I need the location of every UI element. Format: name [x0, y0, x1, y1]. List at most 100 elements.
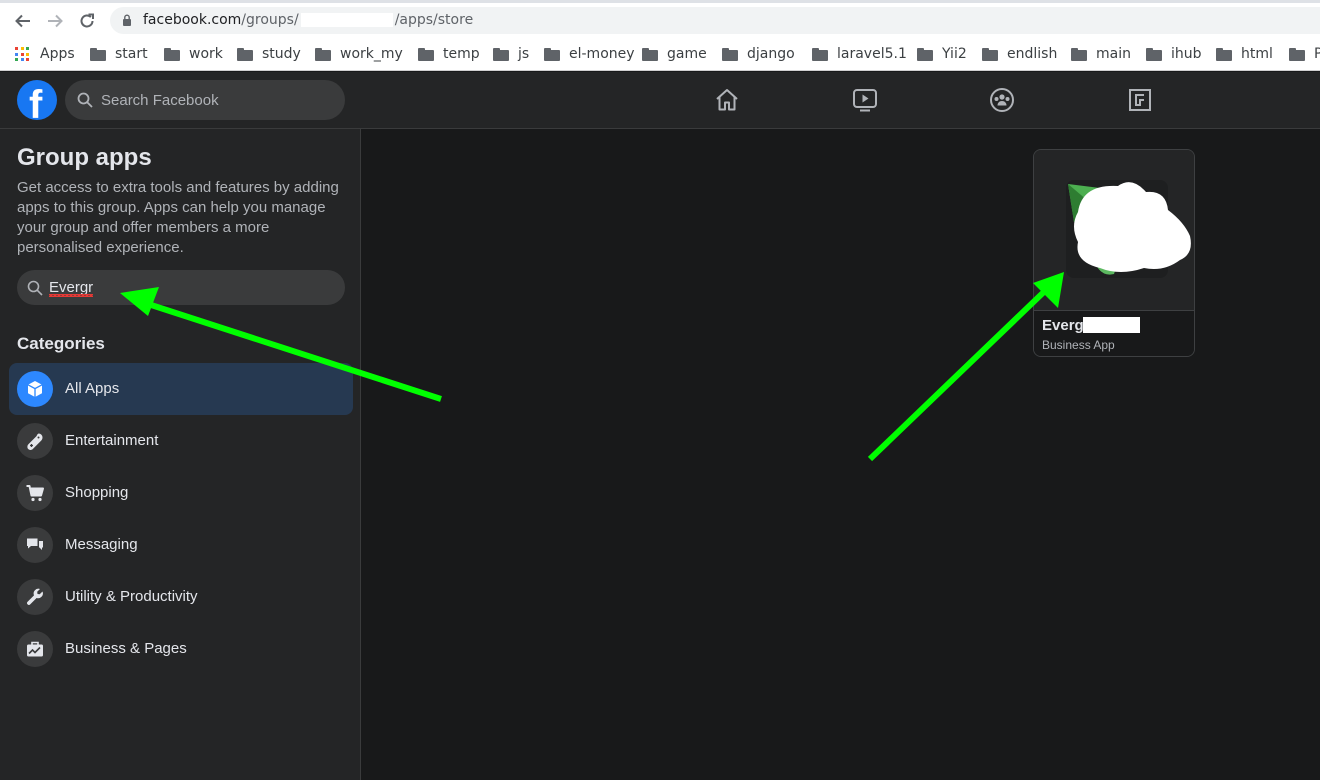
folder-icon: [418, 47, 434, 61]
category-label: Entertainment: [65, 432, 159, 449]
folder-icon: [812, 47, 828, 61]
nav-tab-groups[interactable]: [988, 86, 1016, 114]
bookmark-label: work_my: [340, 46, 403, 62]
bookmark-label: P: [1314, 46, 1320, 62]
folder-icon: [1289, 47, 1305, 61]
bookmark-label: el-money: [569, 46, 635, 62]
app-type: Business App: [1042, 338, 1115, 352]
address-bar[interactable]: facebook.com/groups/ /apps/store: [110, 7, 1320, 34]
bookmark-label: game: [667, 46, 707, 62]
bookmark-html[interactable]: html: [1216, 45, 1273, 63]
bookmark-work[interactable]: work: [164, 45, 223, 63]
category-utility-productivity[interactable]: Utility & Productivity: [9, 571, 353, 623]
bookmark-label: js: [518, 46, 530, 62]
facebook-logo[interactable]: f: [17, 80, 57, 120]
bookmark-label: study: [262, 46, 301, 62]
watch-icon: [853, 89, 877, 112]
bookmark-temp[interactable]: temp: [418, 45, 480, 63]
bookmark-label: main: [1096, 46, 1131, 62]
bookmark-p[interactable]: P: [1289, 45, 1320, 63]
forward-arrow-icon: [48, 14, 63, 28]
bookmark-label: Apps: [40, 46, 75, 62]
reload-icon: [80, 13, 94, 28]
url-path-end: /apps/store: [394, 12, 474, 28]
folder-icon: [1146, 47, 1162, 61]
groups-icon: [990, 88, 1014, 112]
facebook-search-input[interactable]: [101, 80, 331, 120]
bookmark-label: laravel5.1: [837, 46, 907, 62]
wrench-icon: [17, 579, 53, 615]
bookmark-label: work: [189, 46, 223, 62]
apps-search[interactable]: [17, 270, 345, 305]
bookmark-study[interactable]: study: [237, 45, 301, 63]
folder-icon: [164, 47, 180, 61]
category-all-apps[interactable]: All Apps: [9, 363, 353, 415]
category-label: Utility & Productivity: [65, 588, 198, 605]
apps-results-area: Everg Business App: [361, 129, 1320, 780]
bookmark-label: start: [115, 46, 148, 62]
folder-icon: [90, 47, 106, 61]
bookmark-django[interactable]: django: [722, 45, 795, 63]
apps-search-input[interactable]: [49, 270, 339, 305]
folder-icon: [1216, 47, 1232, 61]
bookmark-el-money[interactable]: el-money: [544, 45, 635, 63]
bookmark-label: endlish: [1007, 46, 1058, 62]
back-button[interactable]: [12, 10, 34, 32]
reload-button[interactable]: [76, 10, 98, 32]
bookmark-ihub[interactable]: ihub: [1146, 45, 1202, 63]
bookmark-main[interactable]: main: [1071, 45, 1131, 63]
browser-toolbar: facebook.com/groups/ /apps/store: [0, 3, 1320, 38]
folder-icon: [237, 47, 253, 61]
folder-icon: [1071, 47, 1087, 61]
bookmark-label: Yii2: [942, 46, 967, 62]
forward-button[interactable]: [44, 10, 66, 32]
facebook-logo-glyph: f: [29, 83, 43, 120]
app-thumbnail: [1034, 150, 1194, 311]
category-messaging[interactable]: Messaging: [9, 519, 353, 571]
bookmark-label: django: [747, 46, 795, 62]
bookmark-laravel5-1[interactable]: laravel5.1: [812, 45, 907, 63]
redaction-mask: [300, 13, 393, 27]
bookmark-js[interactable]: js: [493, 45, 529, 63]
bookmark-work-my[interactable]: work_my: [315, 45, 403, 63]
facebook-header: f: [0, 72, 1320, 129]
category-shopping[interactable]: Shopping: [9, 467, 353, 519]
bookmark-endlish[interactable]: endlish: [982, 45, 1057, 63]
nav-tab-gaming[interactable]: [1126, 86, 1154, 114]
briefcase-icon: [17, 631, 53, 667]
folder-icon: [917, 47, 933, 61]
bookmark-label: temp: [443, 46, 480, 62]
app-card[interactable]: Everg Business App: [1033, 149, 1195, 357]
category-label: Messaging: [65, 536, 138, 553]
page-description: Get access to extra tools and features b…: [17, 179, 339, 256]
category-label: Shopping: [65, 484, 129, 501]
url-path-start: /groups/: [241, 12, 299, 28]
folder-icon: [493, 47, 509, 61]
category-business-pages[interactable]: Business & Pages: [9, 623, 353, 675]
facebook-search[interactable]: [65, 80, 345, 120]
url-text: facebook.com/groups/ /apps/store: [143, 12, 473, 28]
bookmark-apps[interactable]: Apps: [15, 45, 75, 63]
folder-icon: [722, 47, 738, 61]
category-label: Business & Pages: [65, 640, 187, 657]
bookmark-start[interactable]: start: [90, 45, 148, 63]
folder-icon: [982, 47, 998, 61]
gamepad-icon: [17, 423, 53, 459]
back-arrow-icon: [15, 14, 30, 28]
nav-tab-home[interactable]: [713, 86, 741, 114]
search-icon: [27, 280, 43, 296]
app-name: Everg: [1042, 317, 1084, 334]
cart-icon: [17, 475, 53, 511]
home-icon: [716, 89, 738, 111]
bookmark-game[interactable]: game: [642, 45, 707, 63]
bookmark-yii2[interactable]: Yii2: [917, 45, 967, 63]
bookmarks-bar: Apps start work study work_my temp js el-money g…: [0, 38, 1320, 71]
lock-icon: [123, 14, 131, 26]
nav-tab-watch[interactable]: [851, 86, 879, 114]
folder-icon: [544, 47, 560, 61]
categories-heading: Categories: [17, 334, 105, 353]
url-host: facebook.com: [143, 12, 242, 28]
categories-list: All Apps Entertainment Shopping Messagin…: [9, 363, 353, 675]
category-label: All Apps: [65, 380, 120, 397]
category-entertainment[interactable]: Entertainment: [9, 415, 353, 467]
